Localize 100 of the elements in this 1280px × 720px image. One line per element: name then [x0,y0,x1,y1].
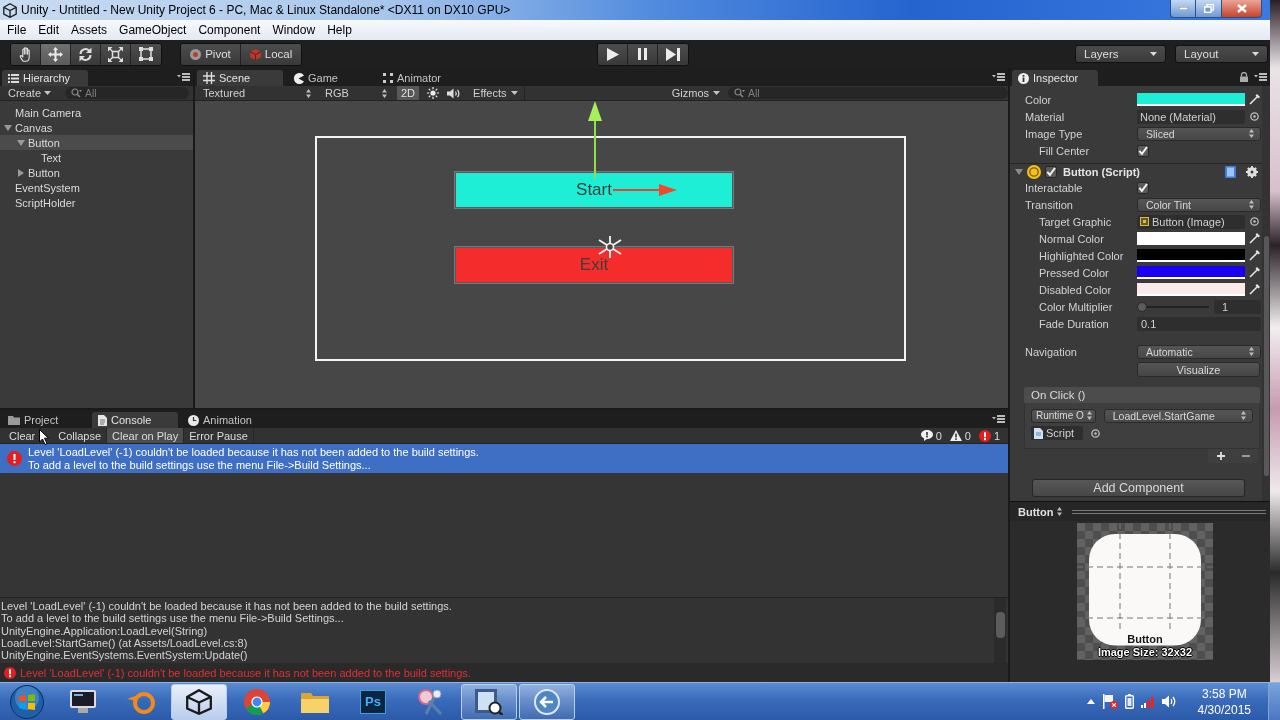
menu-item[interactable]: Assets [65,21,114,39]
panel-tab[interactable]: Animator [377,70,463,86]
panel-tab[interactable]: Scene [197,70,283,86]
tool-button[interactable] [41,43,71,65]
render-mode-dropdown[interactable]: RGB [317,86,391,100]
object-field[interactable]: None (Material) [1137,109,1245,124]
scrollbar-track[interactable] [994,598,1006,663]
rotate-icon [78,46,93,62]
menu-item[interactable]: GameObject [113,21,193,39]
log-filter-toggle[interactable]: 1 [976,429,1002,442]
audio-toggle[interactable] [447,87,462,99]
hierarchy-item[interactable]: Button [0,165,193,180]
dropdown[interactable]: Automatic [1137,344,1261,359]
up-arrow-icon[interactable] [588,101,602,179]
shading-dropdown[interactable]: Textured [195,86,315,100]
dropdown[interactable]: Runtime O [1031,408,1096,423]
log-filter-toggle[interactable]: 0 [918,429,944,442]
updown-arrows-icon [1249,200,1254,209]
tool-button[interactable] [71,43,101,65]
restore-button[interactable] [1196,0,1222,18]
hierarchy-item[interactable]: ScriptHolder [0,195,193,210]
hierarchy-item[interactable]: Canvas [0,120,193,135]
color-swatch[interactable] [1137,249,1245,262]
updown-arrows-icon [1057,507,1063,516]
status-message: Level 'LoadLevel' (-1) couldn't be loaded because it has not been added to the build settings. [20,666,471,679]
console-toolbar-button[interactable]: Error Pause [184,428,254,443]
pivot-button[interactable]: Pivot [181,43,241,65]
object-field[interactable]: Script [1031,426,1083,440]
light-icon[interactable] [598,236,622,258]
color-swatch[interactable] [1137,232,1245,245]
panel-tab[interactable]: Console [92,412,178,428]
layout-dropdown[interactable]: Layout [1175,45,1268,63]
log-filter-toggle[interactable]: 0 [947,429,973,442]
visualize-button[interactable]: Visualize [1137,362,1260,377]
folder-icon [301,690,329,713]
panel-tab[interactable]: Game [287,70,373,86]
create-dropdown[interactable]: Create [8,87,52,99]
dropdown[interactable]: Sliced [1137,126,1261,141]
grid-icon [203,72,215,84]
right-arrow-icon[interactable] [613,184,677,196]
number-field[interactable]: 1 [1214,299,1261,314]
2d-toggle[interactable]: 2D [397,86,420,100]
play-button[interactable] [598,43,628,65]
console-entry[interactable]: Level 'LoadLevel' (-1) couldn't be loaded because it has not been added to the build settings. To add a level to the build settings use the menu File->Build Settings... [0,444,1008,473]
search-field[interactable]: All [65,87,189,99]
panel-tab[interactable]: Inspector [1012,70,1098,86]
hierarchy-item[interactable]: Text [0,150,193,165]
scrollbar-track[interactable] [1262,86,1270,501]
menu-item[interactable]: Help [321,21,358,39]
object-field[interactable]: Button (Image) [1137,214,1245,229]
taskbar-button[interactable] [461,683,517,720]
preview-title[interactable]: Button [1018,505,1054,518]
lighting-toggle[interactable] [427,87,440,99]
caret-icon [44,91,52,95]
checkbox[interactable] [1137,144,1149,157]
close-button[interactable] [1222,0,1262,18]
scene-view[interactable]: Start Exit [195,101,1008,408]
number-field[interactable]: 0.1 [1137,316,1261,331]
search-icon [71,88,83,98]
slider-thumb[interactable] [1137,301,1147,312]
hierarchy-item[interactable]: Button [0,135,193,150]
panel-menu-icon [992,73,1005,81]
component-title[interactable]: Button (Script) [1063,165,1140,178]
scrollbar-thumb[interactable] [1263,236,1269,476]
updown-arrows-icon [306,88,311,98]
menu-item[interactable]: Component [192,21,267,39]
tool-button[interactable] [131,43,161,65]
gear-icon [1246,165,1258,178]
step-button[interactable] [658,43,688,65]
checkbox[interactable] [1045,165,1057,178]
search-field[interactable]: All [728,87,1008,99]
panel-tab[interactable]: Project [2,412,88,428]
color-swatch[interactable] [1137,93,1245,106]
dropdown[interactable]: LoadLevel.StartGame [1103,408,1253,423]
updown-arrows-icon [1249,129,1254,138]
panel-tab[interactable]: Hierarchy [2,70,88,86]
console-toolbar-button[interactable]: Clear on Play [107,428,185,443]
tool-button[interactable] [101,43,131,65]
menu-item[interactable]: Window [266,21,322,39]
tool-button[interactable] [11,43,41,65]
hierarchy-item[interactable]: EventSystem [0,180,193,195]
dropdown[interactable]: Color Tint [1137,197,1261,212]
minus-icon [1241,455,1250,457]
taskbar-button[interactable]: Ps [345,683,401,720]
effects-dropdown[interactable]: Effects [467,86,525,100]
pause-button[interactable] [628,43,658,65]
menu-item[interactable]: Edit [32,21,66,39]
menu-item[interactable]: File [1,21,33,39]
layers-dropdown[interactable]: Layers [1075,45,1166,63]
taskbar-button[interactable] [171,683,227,720]
local-button[interactable]: Local [241,43,301,65]
hierarchy-item[interactable]: Main Camera [0,105,193,120]
panel-tab[interactable]: Animation [182,412,268,428]
gizmos-dropdown[interactable]: Gizmos [671,87,720,99]
add-component-button[interactable]: Add Component [1032,479,1245,497]
scrollbar-thumb[interactable] [995,612,1005,638]
minimize-button[interactable] [1170,0,1196,18]
color-swatch[interactable] [1137,266,1245,279]
color-swatch[interactable] [1137,283,1245,296]
checkbox[interactable] [1137,181,1149,194]
